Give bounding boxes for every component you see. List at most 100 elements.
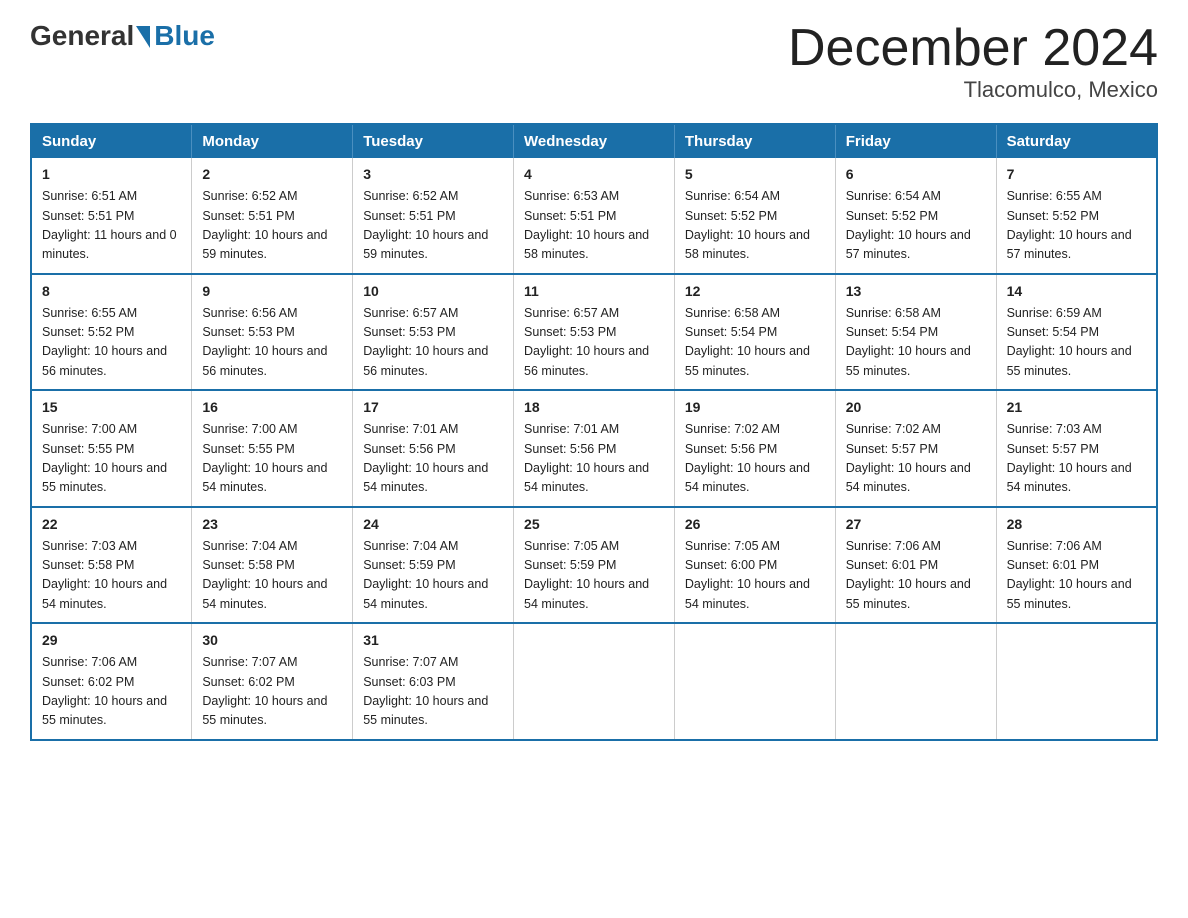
logo: General Blue [30, 20, 215, 52]
calendar-day-11: 11Sunrise: 6:57 AMSunset: 5:53 PMDayligh… [514, 274, 675, 391]
day-number: 30 [202, 630, 342, 651]
day-info: Sunrise: 7:01 AMSunset: 5:56 PMDaylight:… [363, 422, 488, 494]
title-section: December 2024 Tlacomulco, Mexico [788, 20, 1158, 103]
day-number: 9 [202, 281, 342, 302]
calendar-day-16: 16 Sunrise: 7:00 AMSunset: 5:55 PMDayligh… [192, 390, 353, 507]
calendar-day-3: 3 Sunrise: 6:52 AMSunset: 5:51 PMDaylight… [353, 158, 514, 274]
calendar-day-1: 1 Sunrise: 6:51 AMSunset: 5:51 PMDaylight… [31, 158, 192, 274]
day-info: Sunrise: 7:06 AMSunset: 6:01 PMDaylight:… [846, 539, 971, 611]
calendar-day-15: 15 Sunrise: 7:00 AMSunset: 5:55 PMDayligh… [31, 390, 192, 507]
day-info: Sunrise: 7:02 AMSunset: 5:56 PMDaylight:… [685, 422, 810, 494]
day-number: 8 [42, 281, 181, 302]
day-number: 17 [363, 397, 503, 418]
day-number: 25 [524, 514, 664, 535]
day-info: Sunrise: 6:59 AMSunset: 5:54 PMDaylight:… [1007, 306, 1132, 378]
day-number: 2 [202, 164, 342, 185]
day-number: 15 [42, 397, 181, 418]
header-thursday: Thursday [674, 124, 835, 158]
day-info: Sunrise: 6:54 AMSunset: 5:52 PMDaylight:… [685, 189, 810, 261]
calendar-day-4: 4 Sunrise: 6:53 AMSunset: 5:51 PMDaylight… [514, 158, 675, 274]
day-info: Sunrise: 6:58 AMSunset: 5:54 PMDaylight:… [846, 306, 971, 378]
day-info: Sunrise: 6:55 AMSunset: 5:52 PMDaylight:… [42, 306, 167, 378]
calendar-header-row: SundayMondayTuesdayWednesdayThursdayFrid… [31, 124, 1157, 158]
calendar-day-13: 13 Sunrise: 6:58 AMSunset: 5:54 PMDayligh… [835, 274, 996, 391]
day-info: Sunrise: 6:54 AMSunset: 5:52 PMDaylight:… [846, 189, 971, 261]
calendar-week-row: 29Sunrise: 7:06 AMSunset: 6:02 PMDayligh… [31, 623, 1157, 740]
day-info: Sunrise: 7:02 AMSunset: 5:57 PMDaylight:… [846, 422, 971, 494]
day-number: 23 [202, 514, 342, 535]
day-number: 24 [363, 514, 503, 535]
day-number: 26 [685, 514, 825, 535]
calendar-day-18: 18 Sunrise: 7:01 AMSunset: 5:56 PMDayligh… [514, 390, 675, 507]
day-info: Sunrise: 6:57 AMSunset: 5:53 PMDaylight:… [524, 306, 649, 378]
calendar-table: SundayMondayTuesdayWednesdayThursdayFrid… [30, 123, 1158, 741]
calendar-day-25: 25 Sunrise: 7:05 AMSunset: 5:59 PMDayligh… [514, 507, 675, 624]
day-info: Sunrise: 7:03 AMSunset: 5:57 PMDaylight:… [1007, 422, 1132, 494]
location-title: Tlacomulco, Mexico [788, 77, 1158, 103]
header-monday: Monday [192, 124, 353, 158]
day-info: Sunrise: 6:56 AMSunset: 5:53 PMDaylight:… [202, 306, 327, 378]
calendar-week-row: 8 Sunrise: 6:55 AMSunset: 5:52 PMDaylight… [31, 274, 1157, 391]
day-info: Sunrise: 7:05 AMSunset: 6:00 PMDaylight:… [685, 539, 810, 611]
header-saturday: Saturday [996, 124, 1157, 158]
calendar-day-22: 22 Sunrise: 7:03 AMSunset: 5:58 PMDayligh… [31, 507, 192, 624]
calendar-week-row: 22 Sunrise: 7:03 AMSunset: 5:58 PMDayligh… [31, 507, 1157, 624]
calendar-week-row: 1 Sunrise: 6:51 AMSunset: 5:51 PMDaylight… [31, 158, 1157, 274]
calendar-day-28: 28Sunrise: 7:06 AMSunset: 6:01 PMDayligh… [996, 507, 1157, 624]
day-number: 1 [42, 164, 181, 185]
day-info: Sunrise: 7:07 AMSunset: 6:02 PMDaylight:… [202, 655, 327, 727]
day-info: Sunrise: 7:01 AMSunset: 5:56 PMDaylight:… [524, 422, 649, 494]
day-info: Sunrise: 6:53 AMSunset: 5:51 PMDaylight:… [524, 189, 649, 261]
calendar-day-2: 2Sunrise: 6:52 AMSunset: 5:51 PMDaylight… [192, 158, 353, 274]
day-info: Sunrise: 7:04 AMSunset: 5:58 PMDaylight:… [202, 539, 327, 611]
calendar-day-20: 20 Sunrise: 7:02 AMSunset: 5:57 PMDayligh… [835, 390, 996, 507]
day-info: Sunrise: 6:58 AMSunset: 5:54 PMDaylight:… [685, 306, 810, 378]
calendar-day-6: 6Sunrise: 6:54 AMSunset: 5:52 PMDaylight… [835, 158, 996, 274]
calendar-day-8: 8 Sunrise: 6:55 AMSunset: 5:52 PMDaylight… [31, 274, 192, 391]
day-number: 16 [202, 397, 342, 418]
day-number: 20 [846, 397, 986, 418]
logo-general: General [30, 20, 134, 52]
day-info: Sunrise: 7:05 AMSunset: 5:59 PMDaylight:… [524, 539, 649, 611]
day-number: 29 [42, 630, 181, 651]
day-info: Sunrise: 7:07 AMSunset: 6:03 PMDaylight:… [363, 655, 488, 727]
calendar-day-7: 7 Sunrise: 6:55 AMSunset: 5:52 PMDaylight… [996, 158, 1157, 274]
calendar-day-24: 24 Sunrise: 7:04 AMSunset: 5:59 PMDayligh… [353, 507, 514, 624]
day-number: 18 [524, 397, 664, 418]
calendar-day-30: 30 Sunrise: 7:07 AMSunset: 6:02 PMDayligh… [192, 623, 353, 740]
header-sunday: Sunday [31, 124, 192, 158]
calendar-day-12: 12 Sunrise: 6:58 AMSunset: 5:54 PMDayligh… [674, 274, 835, 391]
calendar-empty-cell [835, 623, 996, 740]
day-number: 22 [42, 514, 181, 535]
day-number: 13 [846, 281, 986, 302]
day-number: 10 [363, 281, 503, 302]
day-number: 12 [685, 281, 825, 302]
header-wednesday: Wednesday [514, 124, 675, 158]
day-info: Sunrise: 7:00 AMSunset: 5:55 PMDaylight:… [202, 422, 327, 494]
day-number: 19 [685, 397, 825, 418]
calendar-day-14: 14Sunrise: 6:59 AMSunset: 5:54 PMDayligh… [996, 274, 1157, 391]
day-number: 27 [846, 514, 986, 535]
day-info: Sunrise: 6:51 AMSunset: 5:51 PMDaylight:… [42, 189, 177, 261]
header-tuesday: Tuesday [353, 124, 514, 158]
day-info: Sunrise: 6:52 AMSunset: 5:51 PMDaylight:… [363, 189, 488, 261]
day-number: 31 [363, 630, 503, 651]
calendar-day-17: 17 Sunrise: 7:01 AMSunset: 5:56 PMDayligh… [353, 390, 514, 507]
calendar-day-23: 23 Sunrise: 7:04 AMSunset: 5:58 PMDayligh… [192, 507, 353, 624]
day-info: Sunrise: 7:03 AMSunset: 5:58 PMDaylight:… [42, 539, 167, 611]
day-number: 4 [524, 164, 664, 185]
header-friday: Friday [835, 124, 996, 158]
day-number: 28 [1007, 514, 1146, 535]
calendar-day-5: 5 Sunrise: 6:54 AMSunset: 5:52 PMDaylight… [674, 158, 835, 274]
calendar-day-19: 19 Sunrise: 7:02 AMSunset: 5:56 PMDayligh… [674, 390, 835, 507]
day-number: 5 [685, 164, 825, 185]
calendar-empty-cell [514, 623, 675, 740]
day-info: Sunrise: 6:57 AMSunset: 5:53 PMDaylight:… [363, 306, 488, 378]
day-number: 7 [1007, 164, 1146, 185]
calendar-day-31: 31 Sunrise: 7:07 AMSunset: 6:03 PMDayligh… [353, 623, 514, 740]
day-info: Sunrise: 6:55 AMSunset: 5:52 PMDaylight:… [1007, 189, 1132, 261]
day-number: 3 [363, 164, 503, 185]
day-info: Sunrise: 7:00 AMSunset: 5:55 PMDaylight:… [42, 422, 167, 494]
day-info: Sunrise: 7:04 AMSunset: 5:59 PMDaylight:… [363, 539, 488, 611]
calendar-day-21: 21Sunrise: 7:03 AMSunset: 5:57 PMDayligh… [996, 390, 1157, 507]
